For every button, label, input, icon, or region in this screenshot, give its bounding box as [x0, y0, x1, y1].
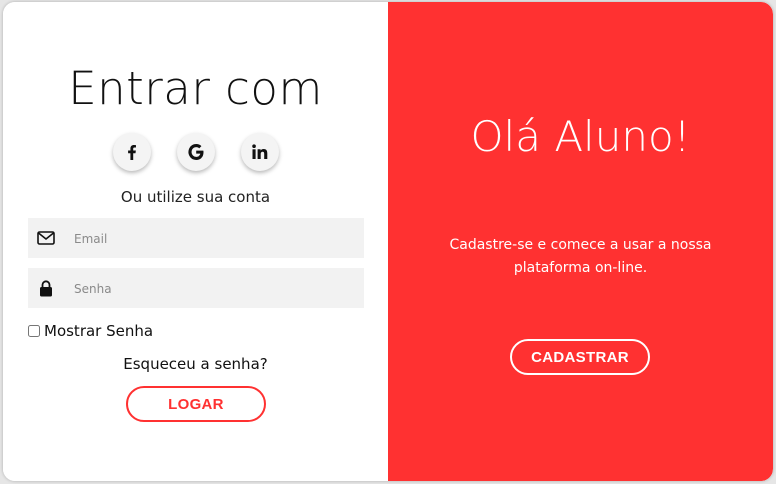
password-input[interactable]	[72, 268, 361, 310]
sign-up-button[interactable]: CADASTRAR	[510, 339, 650, 375]
google-login-button[interactable]	[177, 133, 215, 171]
google-icon	[187, 143, 205, 161]
email-field-wrapper	[28, 218, 364, 260]
greeting-title: Olá Aluno!	[470, 112, 691, 161]
email-input[interactable]	[72, 218, 361, 260]
sign-up-panel: Olá Aluno! Cadastre-se e comece a usar a…	[388, 2, 773, 481]
facebook-icon	[123, 143, 141, 161]
sign-in-title: Entrar com	[68, 62, 323, 115]
alternate-login-text: Ou utilize sua conta	[120, 188, 271, 206]
linkedin-login-button[interactable]	[241, 133, 279, 171]
forgot-password-link-row: Esqueceu a senha?	[3, 355, 388, 373]
show-password-label: Mostrar Senha	[44, 322, 154, 340]
login-button[interactable]: LOGAR	[126, 386, 266, 422]
sign-in-panel: Entrar com Ou utilize sua conta Email Mo…	[3, 2, 388, 481]
envelope-icon	[37, 229, 55, 247]
forgot-password-link[interactable]: Esqueceu a senha?	[123, 355, 267, 373]
password-field-wrapper	[28, 268, 364, 310]
sign-up-description: Cadastre-se e comece a usar a nossa plat…	[449, 237, 712, 276]
social-login-row	[3, 133, 388, 173]
facebook-login-button[interactable]	[113, 133, 151, 171]
linkedin-icon	[251, 143, 269, 161]
show-password-toggle[interactable]: Mostrar Senha	[28, 320, 153, 342]
show-password-checkbox[interactable]	[28, 325, 40, 337]
lock-icon	[37, 279, 55, 297]
login-card: Entrar com Ou utilize sua conta Email Mo…	[3, 2, 773, 481]
